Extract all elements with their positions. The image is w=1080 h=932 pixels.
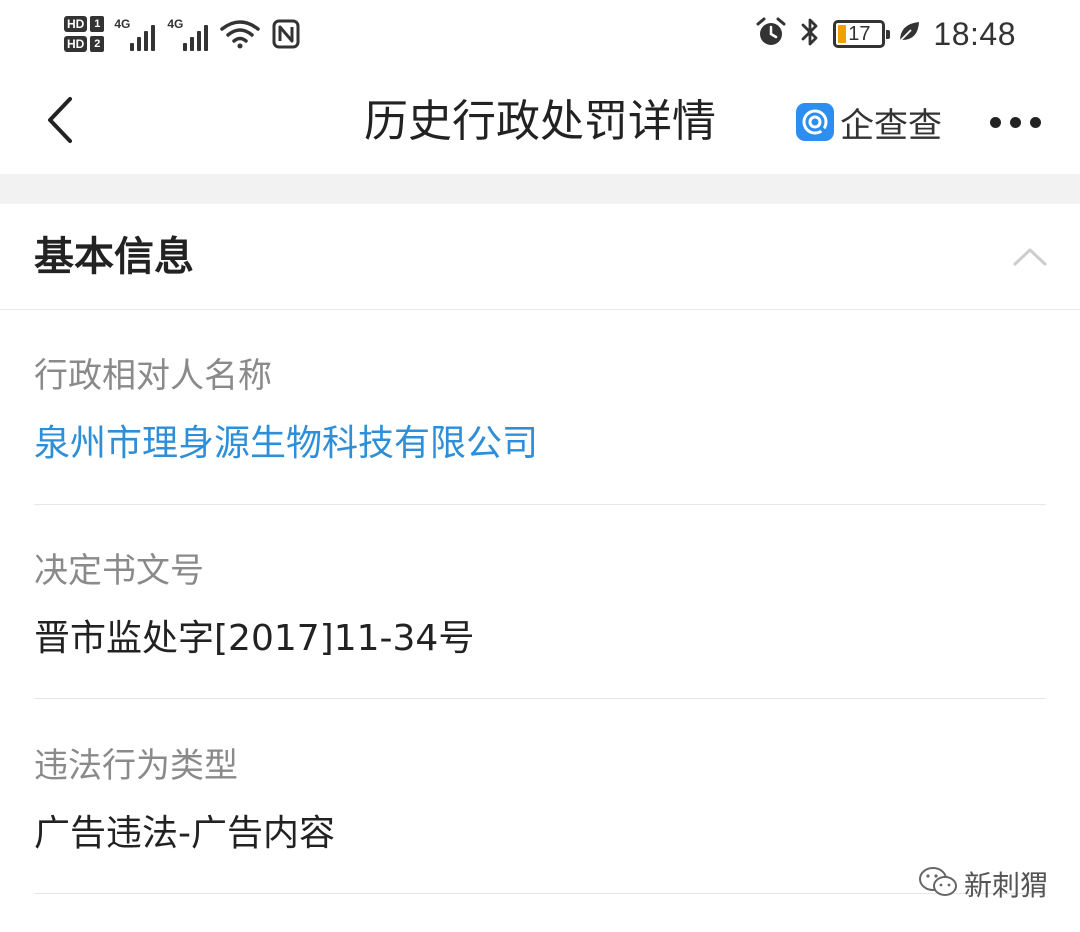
more-dot [990,116,1001,128]
watermark: 新刺猬 [918,862,1048,906]
signal-icon: 4G [167,17,209,51]
back-button[interactable] [30,90,90,154]
nfc-icon [272,19,300,49]
hd-indicators: HD 1 HD 2 [64,16,105,52]
network-type-label: 4G [114,17,131,31]
hd-badge: HD [64,36,88,52]
field-value: 广告违法-广告内容 [34,813,335,854]
signal-bars [130,25,156,51]
wifi-icon [220,19,261,49]
section-spacer [0,174,1080,204]
company-name-link[interactable]: 泉州市理身源生物科技有限公司 [34,420,1046,468]
watermark-text: 新刺猬 [964,869,1049,902]
battery-icon: 17 [833,20,891,48]
field-label: 违法行为类型 [34,746,238,786]
brand-link[interactable]: 企查查 [796,102,942,146]
field-administrative-party: 行政相对人名称 泉州市理身源生物科技有限公司 [34,354,1046,468]
more-dot [1010,116,1021,128]
field-label: 决定书文号 [34,551,204,591]
section-header-basic-info[interactable]: 基本信息 [0,204,1080,310]
brand-name: 企查查 [840,105,942,146]
chevron-up-icon[interactable] [1012,244,1048,268]
bluetooth-icon [799,16,821,52]
field-value: 晋市监处字[2017]11-34号 [34,618,475,659]
field-decision-number: 决定书文号 晋市监处字[2017]11-34号 [34,549,1046,663]
more-button[interactable] [990,104,1050,140]
hd-badge: HD [64,16,88,32]
wechat-icon [918,866,958,902]
hd-row-1: HD 1 [64,16,105,32]
signal-icon: 4G [114,17,156,51]
status-bar: HD 1 HD 2 4G 4G 17 18:48 [0,0,1080,70]
network-type-label: 4G [167,17,184,31]
sim-number: 1 [90,16,105,32]
divider [34,504,1046,505]
nav-bar: 历史行政处罚详情 企查查 [0,70,1080,174]
status-left: HD 1 HD 2 4G 4G [64,6,312,62]
battery-level: 17 [848,22,871,45]
chevron-left-icon [45,96,75,148]
field-label: 行政相对人名称 [34,356,272,396]
hd-row-2: HD 2 [64,36,105,52]
field-violation-type: 违法行为类型 广告违法-广告内容 [34,744,1046,858]
alarm-icon [755,16,787,52]
brand-logo-icon [796,103,834,141]
screen: HD 1 HD 2 4G 4G 17 18:48 历史行政处罚详情 企查查 基本… [0,0,1080,932]
leaf-icon [897,20,921,48]
clock: 18:48 [933,15,1016,52]
divider [34,893,1046,894]
signal-bars [183,25,209,51]
divider [34,698,1046,699]
more-dot [1030,116,1041,128]
battery-fill [838,25,847,43]
status-right: 17 18:48 [755,14,1016,54]
sim-number: 2 [90,36,105,52]
section-title: 基本信息 [34,234,194,280]
